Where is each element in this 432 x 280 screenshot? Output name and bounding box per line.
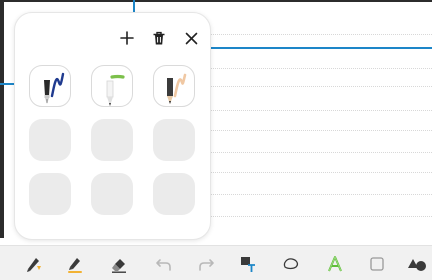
ruled-line [205, 152, 432, 153]
callout-line-top [133, 0, 135, 12]
bottom-toolbar [0, 245, 432, 280]
pencil-icon [167, 73, 187, 104]
handwriting-style-icon[interactable] [323, 252, 347, 276]
delete-icon[interactable] [148, 27, 170, 49]
panel-actions [116, 27, 202, 49]
eraser-icon[interactable] [107, 252, 131, 276]
lasso-icon[interactable] [279, 252, 303, 276]
pen-slot-marker[interactable] [91, 65, 133, 107]
ruled-line [205, 68, 432, 69]
pen-slot-empty[interactable] [91, 119, 133, 161]
pen-slot-empty[interactable] [153, 119, 195, 161]
close-icon[interactable] [180, 27, 202, 49]
text-icon[interactable] [236, 252, 260, 276]
add-pen-icon[interactable] [116, 27, 138, 49]
pen-slot-empty[interactable] [153, 173, 195, 215]
ruled-line [205, 130, 432, 131]
pen-slot-empty[interactable] [29, 173, 71, 215]
pen-grid [29, 65, 195, 215]
ruled-line [205, 194, 432, 195]
pen-slot-pencil[interactable] [153, 65, 195, 107]
highlighter-icon[interactable] [63, 252, 87, 276]
ruled-line [205, 86, 432, 87]
fountain-pen-icon [44, 72, 65, 104]
pen-slot-empty[interactable] [91, 173, 133, 215]
ruled-line [205, 216, 432, 217]
pen-slot-fountain-pen[interactable] [29, 65, 71, 107]
ruled-line [205, 172, 432, 173]
pen-settings-panel [14, 12, 211, 240]
redo-icon[interactable] [194, 252, 218, 276]
canvas-left-edge [0, 2, 4, 238]
ruled-line [205, 110, 432, 111]
pen-slot-empty[interactable] [29, 119, 71, 161]
marker-icon [106, 74, 125, 106]
ruled-line [205, 34, 432, 35]
shape-icon[interactable] [365, 252, 389, 276]
undo-icon[interactable] [152, 252, 176, 276]
pen-icon[interactable] [22, 252, 46, 276]
color-shapes-icon[interactable] [405, 252, 429, 276]
